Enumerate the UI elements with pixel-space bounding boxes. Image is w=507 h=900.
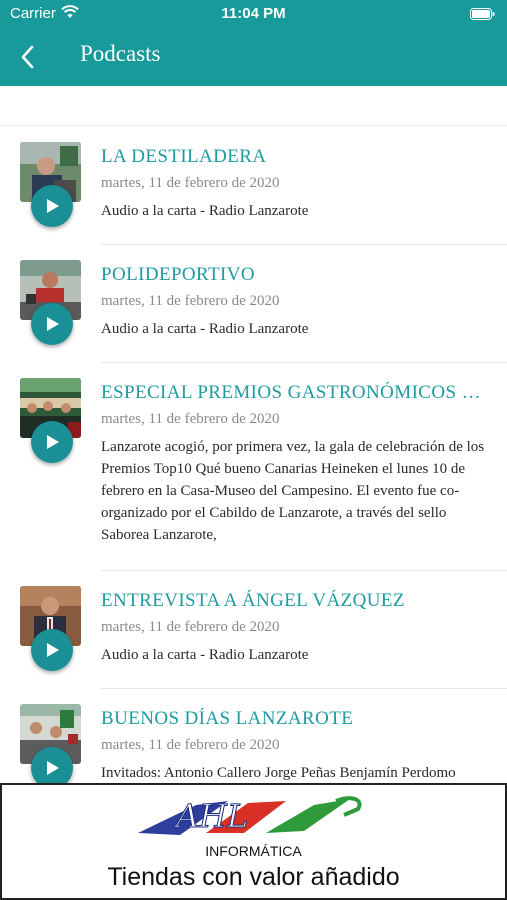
podcast-item[interactable]: ENTREVISTA A ÁNGEL VÁZQUEZ martes, 11 de… xyxy=(0,571,507,689)
podcast-description: Invitados: Antonio Callero Jorge Peñas B… xyxy=(101,765,456,781)
podcast-description: Audio a la carta - Radio Lanzarote xyxy=(101,321,309,337)
podcast-item[interactable]: BUENOS DÍAS LANZAROTE martes, 11 de febr… xyxy=(0,689,507,783)
podcast-title[interactable]: BUENOS DÍAS LANZAROTE xyxy=(101,708,491,730)
play-icon xyxy=(47,317,59,331)
play-icon xyxy=(47,761,59,775)
podcast-date: martes, 11 de febrero de 2020 xyxy=(101,619,280,635)
header-spacer xyxy=(0,86,507,126)
ahl-logo: AHL xyxy=(138,796,362,836)
play-icon xyxy=(47,435,59,449)
battery-icon xyxy=(470,7,495,20)
status-time: 11:04 PM xyxy=(221,5,286,22)
podcast-item[interactable]: ESPECIAL PREMIOS GASTRONÓMICOS … martes,… xyxy=(0,363,507,571)
podcast-title[interactable]: ESPECIAL PREMIOS GASTRONÓMICOS … xyxy=(101,382,491,404)
podcast-title[interactable]: ENTREVISTA A ÁNGEL VÁZQUEZ xyxy=(101,590,491,612)
back-button[interactable] xyxy=(16,42,44,72)
podcast-date: martes, 11 de febrero de 2020 xyxy=(101,737,280,753)
podcast-date: martes, 11 de febrero de 2020 xyxy=(101,293,280,309)
podcast-list[interactable]: LA DESTILADERA martes, 11 de febrero de … xyxy=(0,127,507,783)
svg-text:AHL: AHL xyxy=(173,797,248,835)
podcast-description: Audio a la carta - Radio Lanzarote xyxy=(101,647,309,663)
podcast-text: LA DESTILADERA martes, 11 de febrero de … xyxy=(101,127,491,222)
podcast-description: Lanzarote acogió, por primera vez, la ga… xyxy=(101,439,485,543)
podcast-text: ENTREVISTA A ÁNGEL VÁZQUEZ martes, 11 de… xyxy=(101,571,491,666)
podcast-date: martes, 11 de febrero de 2020 xyxy=(101,175,280,191)
podcast-date: martes, 11 de febrero de 2020 xyxy=(101,411,280,427)
chevron-left-icon xyxy=(21,45,34,69)
ad-tagline: Tiendas con valor añadido xyxy=(107,863,400,891)
play-icon xyxy=(47,199,59,213)
podcast-text: POLIDEPORTIVO martes, 11 de febrero de 2… xyxy=(101,245,491,340)
play-button[interactable] xyxy=(31,303,73,345)
ad-subtitle: INFORMÁTICA xyxy=(205,843,302,859)
page-title: Podcasts xyxy=(80,41,161,66)
play-button[interactable] xyxy=(31,747,73,783)
navigation-bar: Podcasts xyxy=(0,28,507,86)
play-button[interactable] xyxy=(31,185,73,227)
podcast-item[interactable]: LA DESTILADERA martes, 11 de febrero de … xyxy=(0,127,507,245)
status-bar: Carrier 11:04 PM xyxy=(0,0,507,28)
podcast-description: Audio a la carta - Radio Lanzarote xyxy=(101,203,309,219)
podcast-item[interactable]: POLIDEPORTIVO martes, 11 de febrero de 2… xyxy=(0,245,507,363)
podcast-title[interactable]: POLIDEPORTIVO xyxy=(101,264,491,286)
play-icon xyxy=(47,643,59,657)
podcast-title[interactable]: LA DESTILADERA xyxy=(101,146,491,168)
ad-banner[interactable]: AHL INFORMÁTICA Tiendas con valor añadid… xyxy=(0,783,507,900)
play-button[interactable] xyxy=(31,629,73,671)
play-button[interactable] xyxy=(31,421,73,463)
podcast-text: BUENOS DÍAS LANZAROTE martes, 11 de febr… xyxy=(101,689,491,783)
podcast-text: ESPECIAL PREMIOS GASTRONÓMICOS … martes,… xyxy=(101,363,491,546)
